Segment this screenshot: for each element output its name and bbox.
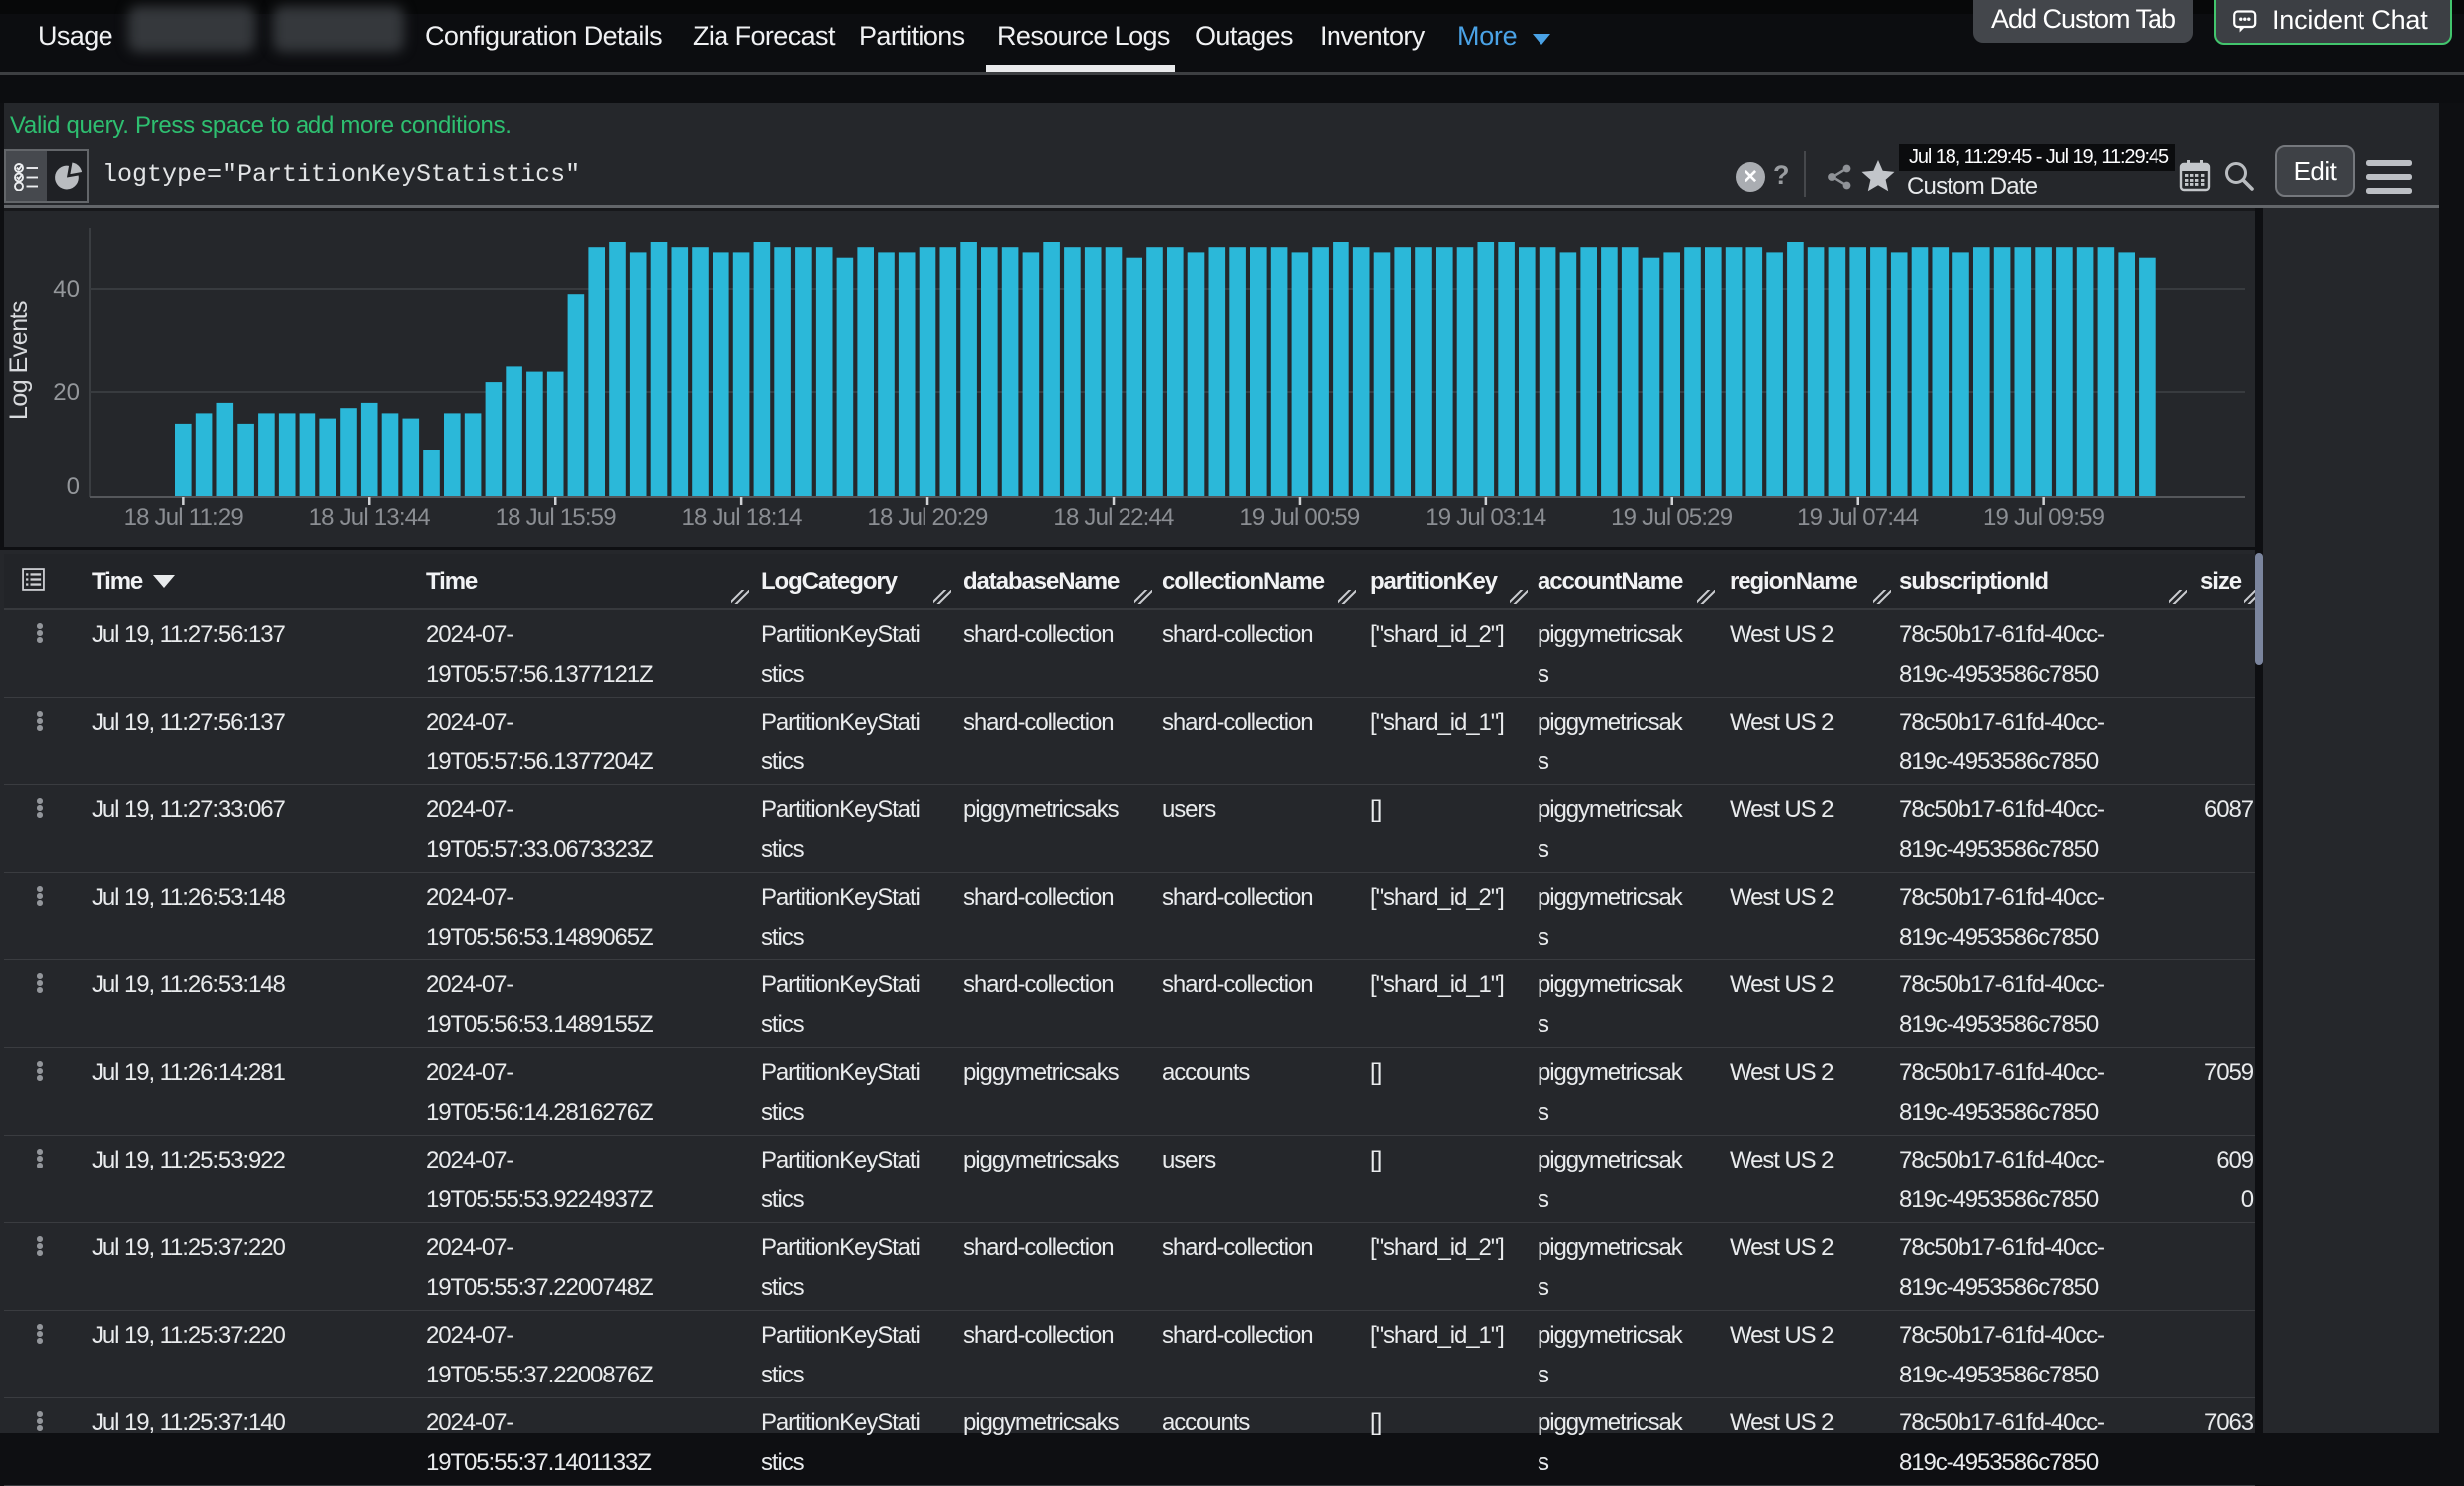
- svg-text:20: 20: [53, 379, 80, 406]
- svg-text:18 Jul 22:44: 18 Jul 22:44: [1053, 504, 1174, 531]
- svg-text:19 Jul 00:59: 19 Jul 00:59: [1239, 504, 1360, 531]
- svg-text:18 Jul 20:29: 18 Jul 20:29: [867, 504, 988, 531]
- svg-text:19 Jul 09:59: 19 Jul 09:59: [1983, 504, 2105, 531]
- svg-text:40: 40: [53, 276, 80, 303]
- svg-text:19 Jul 03:14: 19 Jul 03:14: [1425, 504, 1546, 531]
- svg-text:Log Events: Log Events: [5, 301, 33, 420]
- svg-text:18 Jul 11:29: 18 Jul 11:29: [124, 504, 244, 531]
- svg-text:19 Jul 07:44: 19 Jul 07:44: [1797, 504, 1919, 531]
- svg-text:18 Jul 13:44: 18 Jul 13:44: [309, 504, 431, 531]
- svg-text:19 Jul 05:29: 19 Jul 05:29: [1611, 504, 1733, 531]
- svg-text:0: 0: [67, 473, 80, 500]
- svg-text:18 Jul 18:14: 18 Jul 18:14: [682, 504, 803, 531]
- svg-text:18 Jul 15:59: 18 Jul 15:59: [496, 504, 617, 531]
